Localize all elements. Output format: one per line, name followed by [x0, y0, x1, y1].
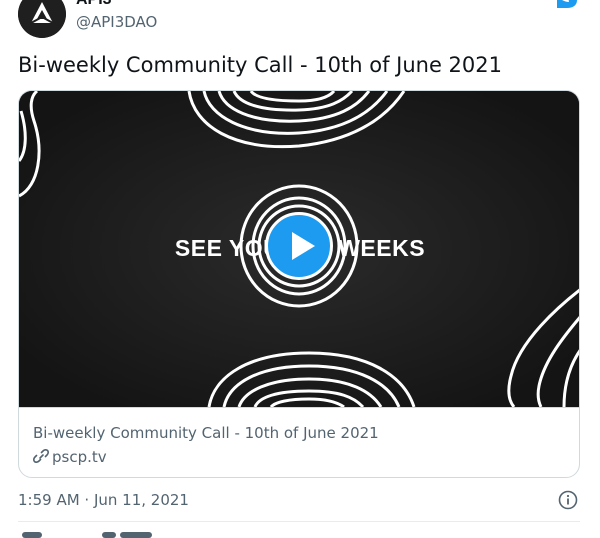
play-icon: [292, 232, 315, 260]
video-thumbnail[interactable]: SEE YOU IN 2 WEEKS: [19, 91, 579, 407]
tweet-timestamp[interactable]: 1:59 AM · Jun 11, 2021: [18, 490, 189, 510]
tweet: API3 @API3DAO Bi-weekly Community Call -…: [0, 0, 600, 538]
link-icon: [33, 449, 49, 463]
card-divider: [19, 407, 579, 408]
reply-action-icon[interactable]: [22, 532, 42, 538]
card-domain-text: pscp.tv: [52, 448, 107, 466]
tweet-text: Bi-weekly Community Call - 10th of June …: [18, 53, 502, 77]
play-button[interactable]: [265, 212, 333, 280]
card-domain[interactable]: pscp.tv: [33, 447, 107, 467]
info-icon[interactable]: [558, 490, 578, 510]
share-action-icon[interactable]: [102, 532, 116, 538]
avatar[interactable]: [18, 0, 66, 38]
card-title[interactable]: Bi-weekly Community Call - 10th of June …: [33, 423, 379, 443]
divider: [18, 521, 580, 522]
link-card[interactable]: SEE YOU IN 2 WEEKS Bi-weekly Community C…: [18, 90, 580, 478]
twitter-bird-icon[interactable]: [555, 0, 579, 8]
api3-logo-icon: [18, 0, 66, 38]
display-name[interactable]: API3: [76, 0, 112, 10]
action-label: [120, 532, 152, 538]
user-handle[interactable]: @API3DAO: [76, 12, 157, 32]
